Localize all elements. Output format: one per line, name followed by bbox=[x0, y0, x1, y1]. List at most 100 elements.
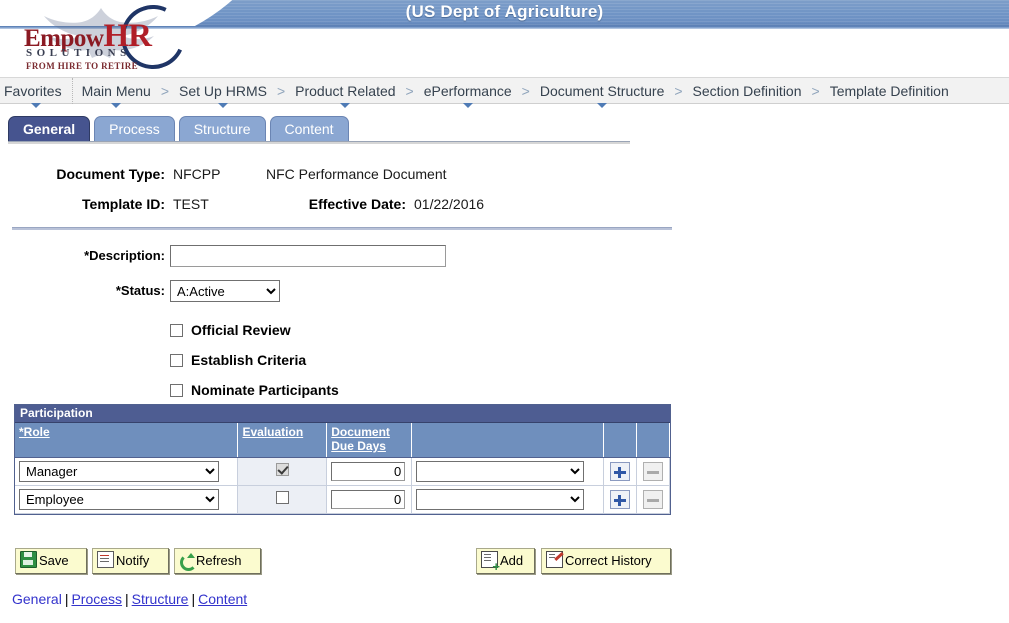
save-button[interactable]: Save bbox=[15, 548, 87, 574]
cell-due-days bbox=[326, 457, 412, 486]
breadcrumb-item-eperformance[interactable]: ePerformance bbox=[415, 78, 521, 108]
footer-link-structure[interactable]: Structure bbox=[132, 591, 189, 607]
breadcrumb-item-template-definition[interactable]: Template Definition bbox=[821, 78, 958, 104]
template-id-value: TEST bbox=[173, 196, 209, 212]
document-type-description: NFC Performance Document bbox=[266, 166, 447, 182]
correct-history-button[interactable]: Correct History bbox=[541, 548, 671, 574]
description-input[interactable] bbox=[170, 245, 446, 267]
footer-separator: | bbox=[125, 591, 129, 607]
page-header: (US Dept of Agriculture) EmpowHR SOLUTIO… bbox=[0, 0, 1009, 77]
due-days-input[interactable] bbox=[331, 489, 406, 509]
cell-evaluation bbox=[237, 485, 328, 514]
column-header-remove bbox=[636, 423, 671, 458]
empowhr-logo[interactable]: EmpowHR SOLUTIONS FROM HIRE TO RETIRE bbox=[18, 0, 214, 77]
add-row-button[interactable] bbox=[609, 489, 630, 509]
breadcrumb-separator: > bbox=[405, 83, 414, 99]
footer-link-content[interactable]: Content bbox=[198, 591, 247, 607]
breadcrumb-item-favorites[interactable]: Favorites bbox=[0, 78, 73, 108]
column-header-role[interactable]: *Role bbox=[15, 423, 239, 458]
add-button[interactable]: Add bbox=[476, 548, 535, 574]
breadcrumb-item-set-up-hrms[interactable]: Set Up HRMS bbox=[170, 78, 276, 108]
participation-grid: Participation *Role Evaluation Document D… bbox=[14, 404, 671, 515]
correct-history-button-label: Correct History bbox=[565, 553, 652, 568]
breadcrumb-separator: > bbox=[674, 83, 683, 99]
document-type-value: NFCPP bbox=[173, 166, 221, 182]
footer-separator: | bbox=[191, 591, 196, 607]
breadcrumb-item-section-definition[interactable]: Section Definition bbox=[684, 78, 811, 104]
status-row: *Status: A:Active bbox=[0, 280, 1009, 310]
participation-table: *Role Evaluation Document Due Days Manage… bbox=[15, 423, 671, 514]
official-review-row: Official Review bbox=[0, 320, 1009, 350]
column-header-document-due-days[interactable]: Document Due Days bbox=[326, 423, 412, 458]
logo-tagline-text: FROM HIRE TO RETIRE bbox=[26, 61, 139, 71]
refresh-button-label: Refresh bbox=[196, 553, 242, 568]
breadcrumb-item-main-menu[interactable]: Main Menu bbox=[73, 78, 160, 108]
notify-icon bbox=[97, 551, 114, 568]
evaluation-checkbox[interactable] bbox=[275, 491, 289, 504]
cell-extra bbox=[411, 485, 604, 514]
evaluation-checkbox bbox=[275, 463, 289, 476]
establish-criteria-checkbox[interactable] bbox=[170, 354, 183, 367]
establish-criteria-label: Establish Criteria bbox=[191, 352, 307, 368]
logo-solutions-text: SOLUTIONS bbox=[26, 47, 131, 59]
add-button-label: Add bbox=[500, 553, 524, 568]
cell-evaluation bbox=[237, 457, 328, 486]
extra-select[interactable] bbox=[415, 460, 584, 482]
role-select[interactable]: Employee bbox=[19, 488, 219, 510]
official-review-checkbox[interactable] bbox=[170, 324, 183, 337]
save-button-label: Save bbox=[39, 553, 69, 568]
tab-process[interactable]: Process bbox=[94, 116, 175, 142]
cell-role: Manager bbox=[15, 457, 239, 486]
establish-criteria-row: Establish Criteria bbox=[0, 350, 1009, 380]
footer-link-general[interactable]: General bbox=[12, 591, 62, 607]
cell-due-days bbox=[326, 485, 412, 514]
status-select[interactable]: A:Active bbox=[170, 280, 280, 302]
tab-strip: General Process Structure Content bbox=[0, 116, 1009, 142]
cell-add-row bbox=[603, 485, 637, 514]
breadcrumb-separator: > bbox=[160, 83, 170, 99]
breadcrumb-separator: > bbox=[811, 83, 820, 99]
save-icon bbox=[20, 551, 37, 568]
footer-separator: | bbox=[64, 591, 69, 607]
notify-button[interactable]: Notify bbox=[92, 548, 169, 574]
table-row: Manager bbox=[15, 457, 671, 486]
column-header-add bbox=[603, 423, 637, 458]
breadcrumb-item-document-structure[interactable]: Document Structure bbox=[531, 78, 674, 108]
breadcrumb: Favorites Main Menu > Set Up HRMS > Product R… bbox=[0, 77, 1009, 108]
extra-select[interactable] bbox=[415, 488, 584, 510]
remove-row-button bbox=[642, 489, 663, 509]
form-separator bbox=[12, 227, 672, 230]
template-id-label: Template ID: bbox=[82, 196, 165, 212]
description-row: *Description: bbox=[0, 245, 1009, 275]
cell-remove-row bbox=[636, 485, 671, 514]
participation-grid-title: Participation bbox=[15, 405, 670, 423]
effective-date-value: 01/22/2016 bbox=[414, 196, 485, 212]
role-select[interactable]: Manager bbox=[19, 460, 219, 482]
nominate-participants-checkbox[interactable] bbox=[170, 384, 183, 397]
document-type-row: Document Type: NFCPP NFC Performance Doc… bbox=[0, 166, 1009, 191]
breadcrumb-item-product-related[interactable]: Product Related bbox=[286, 78, 404, 108]
official-review-label: Official Review bbox=[191, 322, 291, 338]
action-button-bar: Save Notify Refresh Add Correct History bbox=[0, 546, 1009, 580]
footer-link-process[interactable]: Process bbox=[71, 591, 122, 607]
cell-add-row bbox=[603, 457, 637, 486]
status-label: *Status: bbox=[115, 283, 165, 298]
nominate-participants-label: Nominate Participants bbox=[191, 382, 339, 398]
table-header-row: *Role Evaluation Document Due Days bbox=[15, 423, 671, 458]
add-row-button[interactable] bbox=[609, 461, 630, 481]
add-icon bbox=[481, 551, 500, 572]
column-header-blank bbox=[411, 423, 604, 458]
notify-button-label: Notify bbox=[116, 553, 150, 568]
column-header-evaluation[interactable]: Evaluation bbox=[237, 423, 328, 458]
correct-history-icon bbox=[546, 551, 563, 568]
tab-content[interactable]: Content bbox=[269, 116, 349, 142]
general-form: Document Type: NFCPP NFC Performance Doc… bbox=[0, 166, 1009, 410]
cell-extra bbox=[411, 457, 604, 486]
tab-structure[interactable]: Structure bbox=[178, 116, 266, 142]
remove-row-button bbox=[642, 461, 663, 481]
refresh-button[interactable]: Refresh bbox=[174, 548, 261, 574]
tab-general[interactable]: General bbox=[8, 116, 91, 142]
breadcrumb-separator: > bbox=[276, 83, 286, 99]
due-days-input[interactable] bbox=[331, 461, 406, 481]
description-label: *Description: bbox=[84, 248, 165, 263]
